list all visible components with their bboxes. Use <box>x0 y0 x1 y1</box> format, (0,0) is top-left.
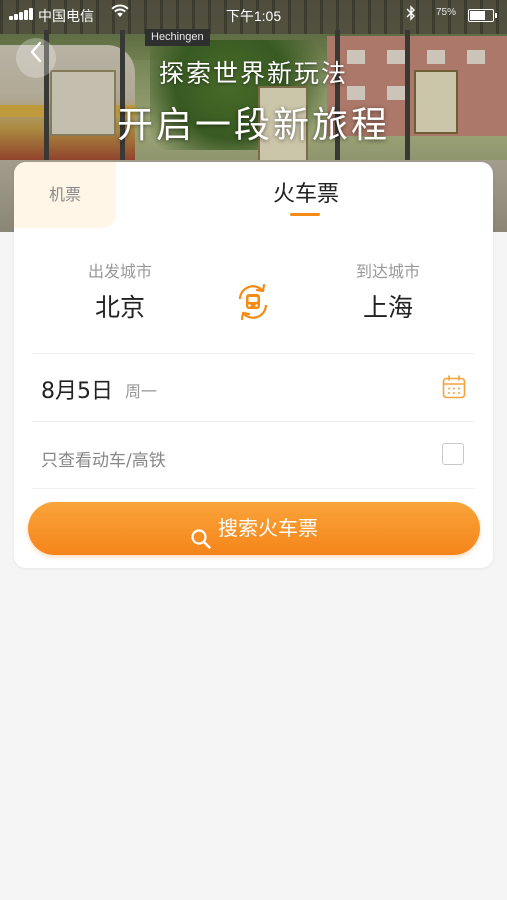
search-button-label: 搜索火车票 <box>218 516 318 540</box>
tab-train[interactable]: 火车票 <box>226 162 386 226</box>
battery-icon <box>468 9 497 22</box>
search-trains-button[interactable]: 搜索火车票 <box>28 502 480 555</box>
battery-percent: 75% <box>436 7 457 18</box>
tab-active-indicator <box>290 213 320 216</box>
station-sign: Hechingen <box>145 29 210 46</box>
calendar-icon[interactable] <box>442 375 466 399</box>
date-weekday: 周一 <box>125 382 158 401</box>
divider <box>32 488 475 489</box>
divider <box>32 353 475 354</box>
clock: 下午1:05 <box>225 8 282 24</box>
search-icon <box>190 517 212 549</box>
hsr-filter-label: 只查看动车/高铁 <box>41 451 166 471</box>
hero-subtitle: 开启一段新旅程 <box>116 105 390 146</box>
arrival-city[interactable]: 上海 <box>318 288 458 324</box>
arrival-label: 到达城市 <box>355 262 420 281</box>
back-button[interactable] <box>16 38 56 78</box>
status-bar: 中国电信 下午1:05 75% <box>0 0 507 30</box>
date-value: 8月5日 <box>41 379 113 404</box>
divider <box>32 421 475 422</box>
swap-cities-button[interactable] <box>232 281 274 323</box>
back-icon <box>29 41 43 69</box>
bluetooth-icon <box>406 5 416 24</box>
swap-train-icon <box>232 283 274 327</box>
hsr-filter-checkbox[interactable] <box>442 443 464 465</box>
departure-city[interactable]: 北京 <box>50 288 190 324</box>
booking-card: 机票 火车票 出发城市 北京 到达城市 上海 8月5日 周一 只查看动车/高铁 … <box>14 162 493 568</box>
hero-title: 探索世界新玩法 <box>158 59 348 88</box>
departure-label: 出发城市 <box>87 262 152 281</box>
tab-flight[interactable]: 机票 <box>14 162 116 228</box>
tab-train-label: 火车票 <box>272 182 339 207</box>
